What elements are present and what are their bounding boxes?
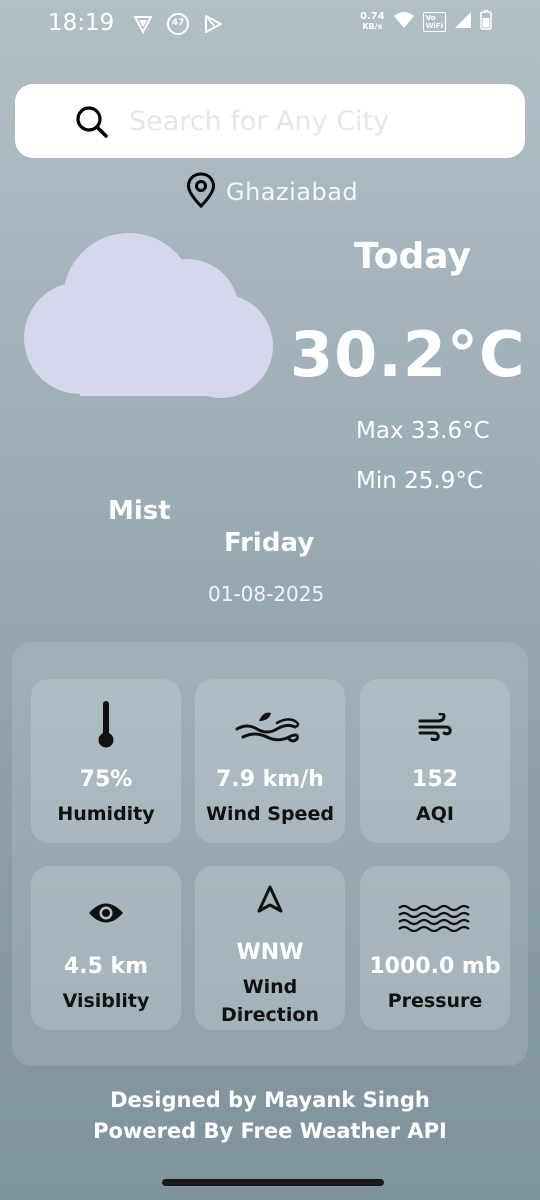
pressure-card: 1000.0 mb Pressure	[360, 866, 510, 1030]
wind-waves-icon	[195, 709, 345, 745]
current-temperature: 30.2°C	[290, 318, 526, 391]
weather-condition: Mist	[108, 496, 171, 526]
date: 01-08-2025	[208, 582, 325, 606]
notification-badge-icon: 47	[166, 12, 190, 36]
cloud-icon	[24, 226, 276, 402]
location-city: Ghaziabad	[226, 178, 359, 206]
humidity-value: 75%	[79, 767, 133, 792]
status-notification-icons: 47	[132, 12, 224, 36]
battery-icon	[480, 10, 492, 34]
cell-signal-icon	[454, 11, 472, 33]
day-name: Friday	[224, 528, 315, 558]
wind-speed-value: 7.9 km/h	[216, 767, 324, 792]
visibility-card: 4.5 km Visiblity	[31, 866, 181, 1030]
wind-direction-card: WNW Wind Direction	[195, 866, 345, 1030]
aqi-label: AQI	[416, 803, 454, 825]
pressure-value: 1000.0 mb	[369, 954, 501, 979]
today-label: Today	[354, 236, 471, 277]
eye-icon	[31, 900, 181, 926]
wind-icon	[360, 713, 510, 741]
pressure-label: Pressure	[387, 990, 483, 1012]
vowifi-bottom: WiFi	[425, 22, 443, 30]
network-speed-unit: KB/s	[362, 22, 383, 31]
search-input[interactable]	[129, 101, 509, 141]
network-speed: 0.74 KB/s	[360, 12, 385, 32]
home-indicator[interactable]	[162, 1179, 384, 1186]
wind-direction-label-line2: Direction	[221, 1004, 319, 1026]
humidity-card: 75% Humidity	[31, 679, 181, 843]
location-pin-icon	[186, 172, 216, 212]
vowifi-icon: Vo WiFi	[422, 12, 446, 32]
footer-powered-by: Powered By Free Weather API	[93, 1119, 447, 1143]
water-waves-icon	[360, 904, 510, 932]
status-system-icons: 0.74 KB/s Vo WiFi	[360, 10, 492, 34]
wind-direction-value: WNW	[236, 940, 304, 965]
wifi-icon	[393, 11, 415, 33]
status-bar: 18:19 47 0.74 KB/s Vo WiFi	[0, 0, 540, 52]
min-temperature: Min 25.9°C	[356, 468, 483, 494]
search-bar[interactable]	[15, 84, 525, 158]
thermometer-icon	[31, 699, 181, 749]
status-time: 18:19	[48, 10, 115, 36]
navigation-arrow-icon	[195, 884, 345, 914]
aqi-value: 152	[412, 767, 458, 792]
humidity-label: Humidity	[57, 803, 155, 825]
search-icon[interactable]	[75, 105, 109, 143]
visibility-value: 4.5 km	[63, 954, 149, 979]
aqi-card: 152 AQI	[360, 679, 510, 843]
network-speed-value: 0.74	[360, 11, 385, 22]
vpn-shield-icon	[132, 13, 154, 35]
play-store-icon	[202, 13, 224, 35]
weather-details-panel: 75% Humidity 7.9 km/h Wind Speed 152 AQI	[12, 642, 528, 1066]
visibility-label: Visiblity	[62, 990, 150, 1012]
vowifi-top: Vo	[425, 14, 436, 22]
notification-badge-count: 47	[171, 18, 185, 28]
max-temperature: Max 33.6°C	[356, 418, 490, 444]
footer-designer: Designed by Mayank Singh	[110, 1088, 430, 1112]
location: Ghaziabad	[186, 172, 358, 212]
wind-speed-label: Wind Speed	[206, 803, 334, 825]
wind-direction-label-line1: Wind	[242, 976, 298, 998]
wind-speed-card: 7.9 km/h Wind Speed	[195, 679, 345, 843]
